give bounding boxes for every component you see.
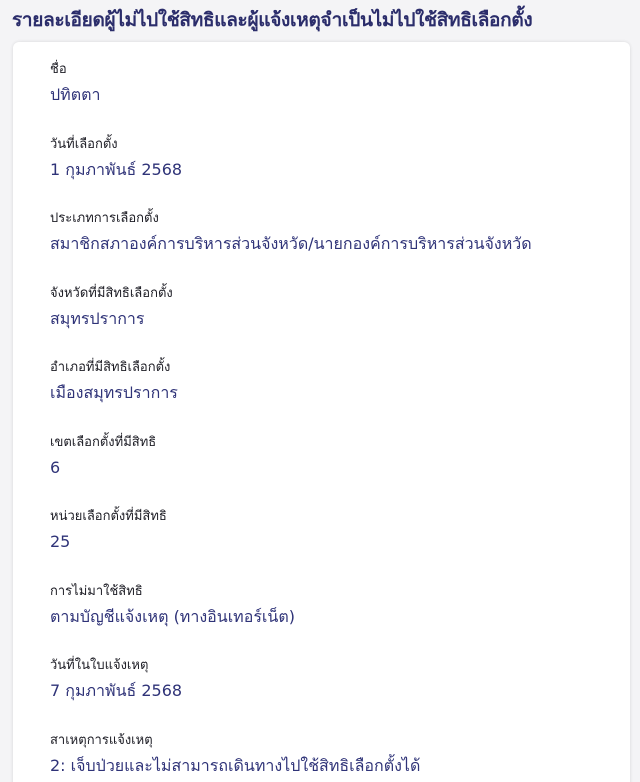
field-absence-type: การไม่มาใช้สิทธิ ตามบัญชีแจ้งเหตุ (ทางอิ… [50,582,620,657]
field-value: ปทิตตา [50,85,101,104]
field-value: เมืองสมุทรปราการ [50,383,178,402]
page: รายละเอียดผู้ไม่ไปใช้สิทธิและผู้แจ้งเหตุ… [0,0,640,782]
field-district: อำเภอที่มีสิทธิเลือกตั้ง เมืองสมุทรปรากา… [50,358,620,433]
field-election-date: วันที่เลือกตั้ง 1 กุมภาพันธ์ 2568 [50,135,620,210]
field-value: 7 กุมภาพันธ์ 2568 [50,681,183,700]
field-label: จังหวัดที่มีสิทธิเลือกตั้ง [50,285,173,301]
field-value: ตามบัญชีแจ้งเหตุ (ทางอินเทอร์เน็ต) [50,606,295,626]
page-title: รายละเอียดผู้ไม่ไปใช้สิทธิและผู้แจ้งเหตุ… [12,9,533,31]
field-label: เขตเลือกตั้งที่มีสิทธิ [50,434,157,450]
field-value: 1 กุมภาพันธ์ 2568 [50,159,183,179]
field-value: สมาชิกสภาองค์การบริหารส่วนจังหวัด/นายกอง… [50,234,532,253]
field-label: วันที่เลือกตั้ง [50,136,118,152]
details-list: ชื่อ ปทิตตา วันที่เลือกตั้ง 1 กุมภาพันธ์… [50,60,620,782]
field-label: อำเภอที่มีสิทธิเลือกตั้ง [50,360,171,375]
field-label: การไม่มาใช้สิทธิ [50,583,143,599]
field-value: สมุทรปราการ [50,308,145,328]
field-constituency: เขตเลือกตั้งที่มีสิทธิ 6 [50,433,620,508]
field-label: วันที่ในใบแจ้งเหตุ [50,658,149,673]
field-election-type: ประเภทการเลือกตั้ง สมาชิกสภาองค์การบริหา… [50,209,620,284]
field-polling-unit: หน่วยเลือกตั้งที่มีสิทธิ 25 [50,507,620,582]
field-label: ชื่อ [50,62,67,77]
field-label: ประเภทการเลือกตั้ง [50,211,159,226]
field-label: หน่วยเลือกตั้งที่มีสิทธิ [50,509,167,524]
field-value: 6 [50,457,61,477]
field-label: สาเหตุการแจ้งเหตุ [50,732,153,748]
field-value: 2: เจ็บป่วยและไม่สามารถเดินทางไปใช้สิทธิ… [50,755,421,775]
details-card: ชื่อ ปทิตตา วันที่เลือกตั้ง 1 กุมภาพันธ์… [13,42,630,782]
field-notice-reason: สาเหตุการแจ้งเหตุ 2: เจ็บป่วยและไม่สามาร… [50,731,620,782]
field-value: 25 [50,532,71,551]
field-name: ชื่อ ปทิตตา [50,60,620,135]
field-notice-date: วันที่ในใบแจ้งเหตุ 7 กุมภาพันธ์ 2568 [50,656,620,731]
field-province: จังหวัดที่มีสิทธิเลือกตั้ง สมุทรปราการ [50,284,620,359]
